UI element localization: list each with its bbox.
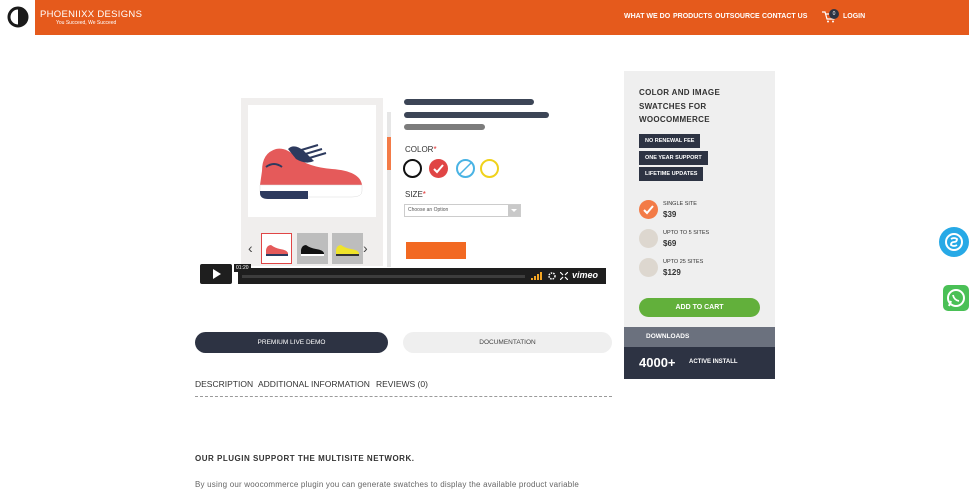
badge-lifetime-updates: LIFETIME UPDATES xyxy=(639,167,704,181)
plan-price-5-sites: $69 xyxy=(663,239,677,248)
color-option-label: COLOR* xyxy=(405,145,437,154)
mockup-scrollbar xyxy=(387,112,391,267)
cart-count-badge: 0 xyxy=(829,9,839,19)
install-label: ACTIVE INSTALL xyxy=(689,359,738,365)
plan-name-25-sites: UPTO 25 SITES xyxy=(663,259,704,265)
tab-description[interactable]: DESCRIPTION xyxy=(195,379,253,389)
video-play-button[interactable] xyxy=(200,264,232,284)
mockup-add-button xyxy=(406,242,466,259)
mockup-product-image xyxy=(248,105,376,217)
brand-tagline: You Succeed, We Succeed xyxy=(56,20,117,26)
logo-icon[interactable] xyxy=(7,5,29,29)
documentation-button[interactable]: DOCUMENTATION xyxy=(403,332,612,353)
premium-live-demo-button[interactable]: PREMIUM LIVE DEMO xyxy=(195,332,388,353)
vimeo-logo[interactable]: vimeo xyxy=(572,270,598,280)
check-icon xyxy=(433,164,444,174)
thumbnail-yellow-shoe[interactable] xyxy=(332,233,363,264)
plan-radio-5-sites[interactable] xyxy=(639,229,658,248)
plan-price-single-site: $39 xyxy=(663,210,677,219)
content-heading: OUR PLUGIN SUPPORT THE MULTISITE NETWORK… xyxy=(195,454,415,463)
chevron-left-icon[interactable]: ‹ xyxy=(248,240,253,256)
content-paragraph: By using our woocommerce plugin you can … xyxy=(195,480,580,489)
install-count: 4000+ xyxy=(639,355,676,370)
size-option-label: SIZE* xyxy=(405,190,426,199)
nav-contact-us[interactable]: CONTACT US xyxy=(762,13,807,20)
whatsapp-icon[interactable] xyxy=(943,285,969,311)
tabs-divider xyxy=(195,396,612,397)
swatch-yellow[interactable] xyxy=(480,159,499,178)
skype-icon[interactable] xyxy=(939,227,969,257)
nav-outsource[interactable]: OUTSOURCE xyxy=(715,13,760,20)
check-icon xyxy=(643,205,654,215)
badge-no-renewal-fee: NO RENEWAL FEE xyxy=(639,134,701,148)
plan-price-25-sites: $129 xyxy=(663,268,681,277)
swatch-white[interactable] xyxy=(403,159,422,178)
mockup-scrollbar-thumb xyxy=(387,137,391,170)
size-select[interactable]: Choose an Option xyxy=(404,204,521,217)
brand-name[interactable]: PHOENIIXX DESIGNS xyxy=(40,9,142,20)
fullscreen-icon[interactable] xyxy=(560,272,568,280)
nav-what-we-do[interactable]: WHAT WE DO xyxy=(624,13,670,20)
add-to-cart-button[interactable]: ADD TO CART xyxy=(639,298,760,317)
chevron-right-icon[interactable]: › xyxy=(363,240,368,256)
video-time: 01:20 xyxy=(234,264,251,272)
video-progress-track[interactable] xyxy=(242,275,525,278)
badge-one-year-support: ONE YEAR SUPPORT xyxy=(639,151,708,165)
tab-additional-information[interactable]: ADDITIONAL INFORMATION xyxy=(258,379,370,389)
sidebar-title: COLOR AND IMAGE SWATCHES FOR WOOCOMMERCE xyxy=(639,88,721,124)
nav-login[interactable]: LOGIN xyxy=(843,13,865,20)
volume-icon[interactable] xyxy=(531,272,543,280)
plan-radio-25-sites[interactable] xyxy=(639,258,658,277)
tab-reviews[interactable]: REVIEWS (0) xyxy=(376,379,428,389)
site-header: PHOENIIXX DESIGNS You Succeed, We Succee… xyxy=(0,0,969,35)
mockup-price-line xyxy=(404,124,485,130)
plan-radio-single-site[interactable] xyxy=(639,200,658,219)
downloads-bar: DOWNLOADS xyxy=(624,327,775,347)
thumbnail-red-shoe[interactable] xyxy=(261,233,292,264)
mockup-title-line xyxy=(404,99,534,105)
shoe-icon xyxy=(259,144,363,199)
play-icon xyxy=(213,269,221,279)
thumbnail-black-shoe[interactable] xyxy=(297,233,328,264)
chevron-down-icon xyxy=(508,205,520,216)
plan-name-single-site: SINGLE SITE xyxy=(663,201,697,207)
swatch-red-selected[interactable] xyxy=(429,159,448,178)
strike-icon xyxy=(459,162,472,175)
size-select-value: Choose an Option xyxy=(408,207,449,213)
nav-products[interactable]: PRODUCTS xyxy=(673,13,712,20)
settings-icon[interactable] xyxy=(548,272,556,280)
mockup-text-line xyxy=(404,112,549,118)
plan-name-5-sites: UPTO TO 5 SITES xyxy=(663,230,710,236)
swatch-blue-unavailable[interactable] xyxy=(456,159,475,178)
